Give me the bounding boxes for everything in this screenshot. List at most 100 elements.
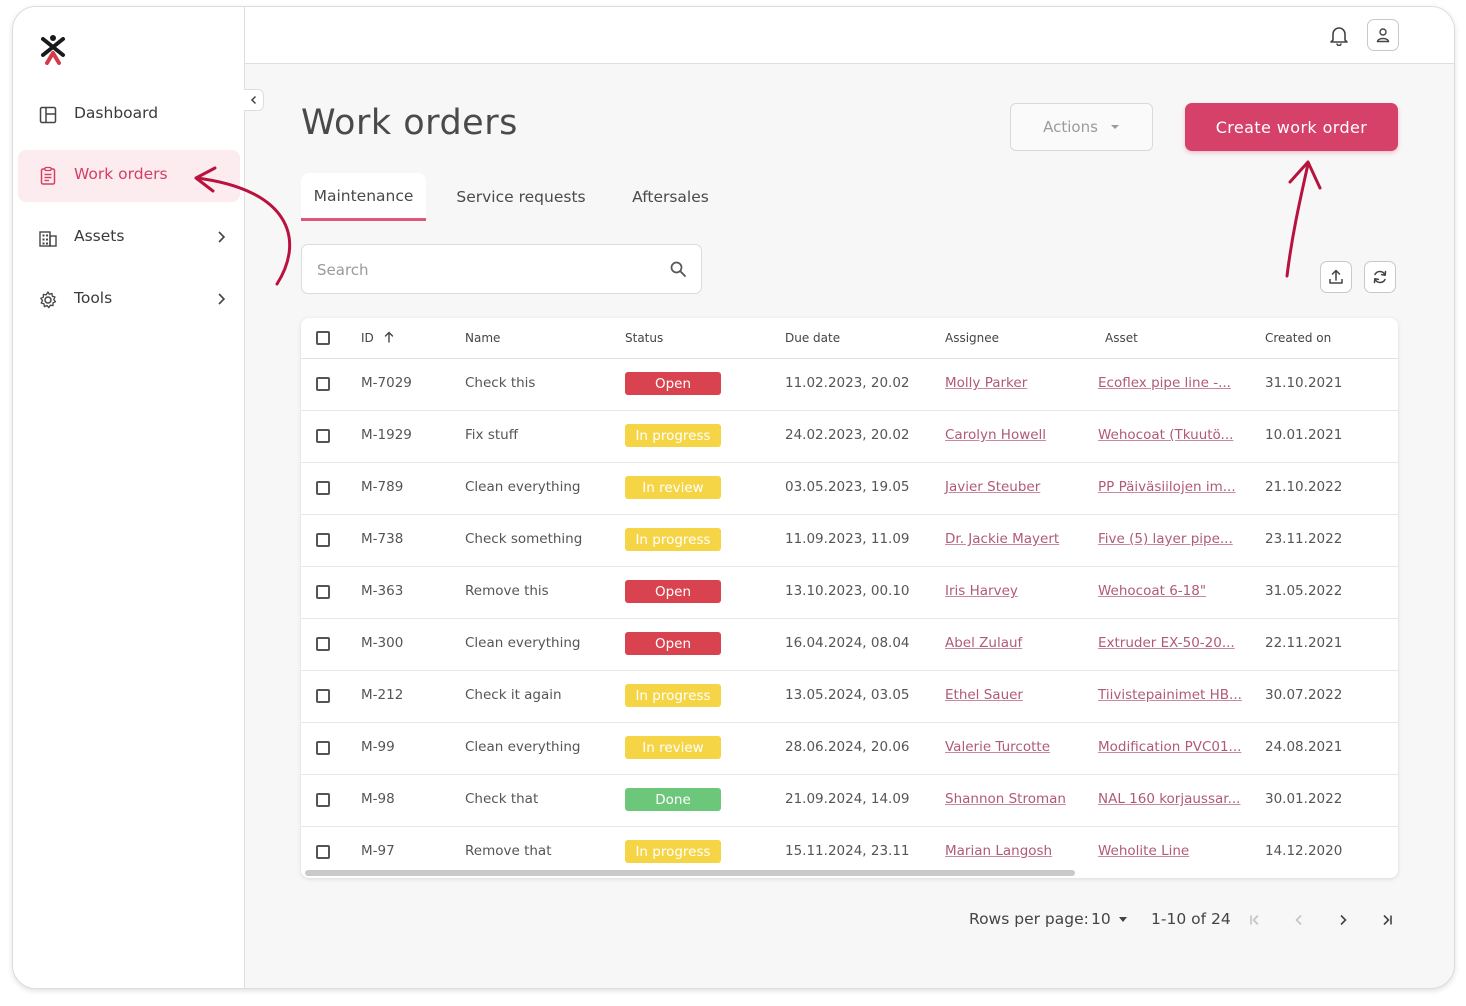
rows-per-page-select[interactable]: 10	[1091, 910, 1127, 928]
sidebar-item-assets[interactable]: Assets	[18, 212, 240, 264]
cell-name: Check something	[465, 531, 583, 547]
column-header-asset[interactable]: Asset	[1105, 331, 1138, 345]
row-checkbox[interactable]	[316, 533, 330, 547]
chevron-left-icon	[250, 95, 256, 105]
assignee-link[interactable]: Javier Steuber	[945, 479, 1040, 495]
rows-per-page-value: 10	[1091, 910, 1111, 928]
row-checkbox[interactable]	[316, 793, 330, 807]
asset-link[interactable]: Extruder EX-50-20...	[1098, 635, 1235, 651]
table-row[interactable]: M-738 Check something 11.09.2023, 11.09 23.…	[301, 514, 1398, 567]
first-page-button[interactable]	[1244, 909, 1266, 931]
cell-name: Remove that	[465, 843, 552, 859]
table-row[interactable]: M-1929 Fix stuff 24.02.2023, 20.02 10.01.20…	[301, 410, 1398, 463]
tab-service-requests[interactable]: Service requests	[446, 173, 596, 221]
row-checkbox[interactable]	[316, 637, 330, 651]
cell-created-on: 22.11.2021	[1265, 635, 1343, 651]
logo-icon	[41, 35, 65, 65]
assignee-link[interactable]: Abel Zulauf	[945, 635, 1022, 651]
sidebar-item-work-orders[interactable]: Work orders	[18, 150, 240, 202]
column-header-assignee[interactable]: Assignee	[945, 331, 999, 345]
row-checkbox[interactable]	[316, 741, 330, 755]
cell-id: M-363	[361, 583, 404, 599]
cell-created-on: 23.11.2022	[1265, 531, 1343, 547]
sidebar-item-dashboard[interactable]: Dashboard	[18, 89, 240, 141]
table-row[interactable]: M-300 Clean everything 16.04.2024, 08.04 22…	[301, 618, 1398, 671]
assignee-link[interactable]: Molly Parker	[945, 375, 1027, 391]
cell-due-date: 11.09.2023, 11.09	[785, 531, 910, 547]
column-header-status[interactable]: Status	[625, 331, 663, 345]
status-badge: In progress	[625, 684, 721, 707]
previous-page-button[interactable]	[1288, 909, 1310, 931]
table-row[interactable]: M-363 Remove this 13.10.2023, 00.10 31.05.2…	[301, 566, 1398, 619]
refresh-button[interactable]	[1364, 261, 1396, 293]
asset-link[interactable]: Five (5) layer pipe...	[1098, 531, 1233, 547]
cell-id: M-98	[361, 791, 395, 807]
table-row[interactable]: M-99 Clean everything 28.06.2024, 20.06 24.…	[301, 722, 1398, 775]
user-menu-button[interactable]	[1367, 19, 1399, 51]
cell-created-on: 30.01.2022	[1265, 791, 1343, 807]
cell-due-date: 28.06.2024, 20.06	[785, 739, 910, 755]
first-page-icon	[1250, 914, 1259, 926]
search-input[interactable]	[315, 258, 649, 282]
row-checkbox[interactable]	[316, 377, 330, 391]
cell-name: Remove this	[465, 583, 549, 599]
cell-due-date: 24.02.2023, 20.02	[785, 427, 910, 443]
row-checkbox[interactable]	[316, 481, 330, 495]
select-all-checkbox[interactable]	[316, 331, 330, 345]
asset-link[interactable]: Modification PVC01...	[1098, 739, 1241, 755]
row-checkbox[interactable]	[316, 689, 330, 703]
cell-name: Check it again	[465, 687, 562, 703]
asset-link[interactable]: Weholite Line	[1098, 843, 1189, 859]
column-header-id[interactable]: ID	[361, 331, 374, 345]
status-badge: In review	[625, 476, 721, 499]
chevron-left-icon	[1295, 914, 1302, 926]
sidebar-item-label: Work orders	[74, 165, 168, 183]
horizontal-scrollbar[interactable]	[305, 870, 1075, 876]
table-row[interactable]: M-789 Clean everything 03.05.2023, 19.05 21…	[301, 462, 1398, 515]
cell-due-date: 11.02.2023, 20.02	[785, 375, 910, 391]
table-row[interactable]: M-7029 Check this 11.02.2023, 20.02 31.10.2…	[301, 358, 1398, 411]
actions-button[interactable]: Actions	[1010, 103, 1153, 151]
column-header-created-on[interactable]: Created on	[1265, 331, 1331, 345]
next-page-button[interactable]	[1332, 909, 1354, 931]
assignee-link[interactable]: Carolyn Howell	[945, 427, 1046, 443]
assignee-link[interactable]: Ethel Sauer	[945, 687, 1023, 703]
sidebar-item-tools[interactable]: Tools	[18, 274, 240, 326]
last-page-icon	[1383, 914, 1392, 926]
cell-due-date: 16.04.2024, 08.04	[785, 635, 910, 651]
sort-ascending-icon[interactable]	[383, 331, 395, 343]
cell-id: M-789	[361, 479, 404, 495]
collapse-sidebar-button[interactable]	[244, 89, 264, 111]
caret-down-icon	[1118, 916, 1127, 922]
row-checkbox[interactable]	[316, 845, 330, 859]
export-button[interactable]	[1320, 261, 1352, 293]
table-row[interactable]: M-98 Check that 21.09.2024, 14.09 30.01.202…	[301, 774, 1398, 827]
last-page-button[interactable]	[1376, 909, 1398, 931]
tab-aftersales[interactable]: Aftersales	[619, 173, 722, 221]
cell-id: M-7029	[361, 375, 412, 391]
assignee-link[interactable]: Iris Harvey	[945, 583, 1018, 599]
assignee-link[interactable]: Dr. Jackie Mayert	[945, 531, 1059, 547]
cell-created-on: 24.08.2021	[1265, 739, 1343, 755]
create-work-order-button[interactable]: Create work order	[1185, 103, 1398, 151]
tab-maintenance[interactable]: Maintenance	[301, 173, 426, 221]
asset-link[interactable]: Tiivistepainimet HB...	[1098, 687, 1242, 703]
chevron-right-icon	[218, 293, 226, 305]
row-checkbox[interactable]	[316, 585, 330, 599]
column-header-due-date[interactable]: Due date	[785, 331, 840, 345]
column-header-name[interactable]: Name	[465, 331, 500, 345]
search-icon[interactable]	[669, 260, 687, 278]
asset-link[interactable]: Wehocoat 6-18"	[1098, 583, 1206, 599]
assignee-link[interactable]: Marian Langosh	[945, 843, 1052, 859]
assignee-link[interactable]: Shannon Stroman	[945, 791, 1066, 807]
bell-icon[interactable]	[1328, 24, 1350, 46]
row-checkbox[interactable]	[316, 429, 330, 443]
asset-link[interactable]: Wehocoat (Tkuutö...	[1098, 427, 1233, 443]
status-badge: In progress	[625, 840, 721, 863]
asset-link[interactable]: Ecoflex pipe line -...	[1098, 375, 1231, 391]
cell-id: M-300	[361, 635, 404, 651]
table-row[interactable]: M-212 Check it again 13.05.2024, 03.05 30.0…	[301, 670, 1398, 723]
asset-link[interactable]: NAL 160 korjaussar...	[1098, 791, 1240, 807]
asset-link[interactable]: PP Päiväsiilojen im...	[1098, 479, 1236, 495]
assignee-link[interactable]: Valerie Turcotte	[945, 739, 1050, 755]
